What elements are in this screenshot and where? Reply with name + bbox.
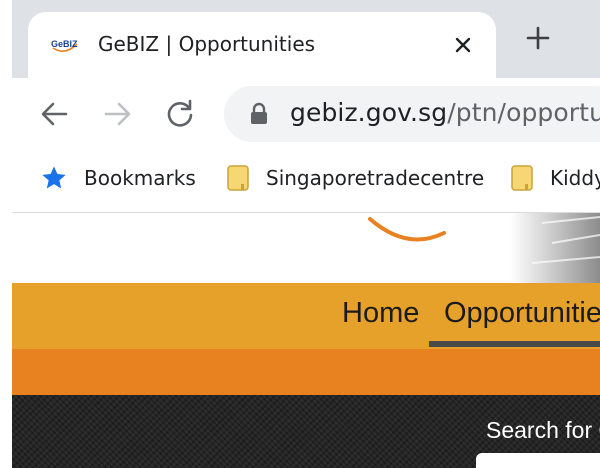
back-arrow-icon[interactable] bbox=[36, 96, 72, 132]
address-bar[interactable]: gebiz.gov.sg/ptn/opportu bbox=[224, 86, 600, 142]
search-input[interactable] bbox=[476, 453, 600, 468]
close-tab-icon[interactable] bbox=[448, 30, 478, 60]
active-nav-indicator bbox=[429, 341, 600, 347]
url-path: /ptn/opportu bbox=[447, 98, 600, 127]
browser-window: GeBIZ GeBIZ | Opportunities gebiz.gov.sg… bbox=[12, 0, 600, 468]
new-tab-icon[interactable] bbox=[518, 18, 558, 58]
banner-graphic bbox=[368, 213, 600, 283]
bookmark-bookmarks[interactable]: Bookmarks bbox=[40, 162, 196, 194]
reload-icon[interactable] bbox=[162, 96, 198, 132]
folder-icon bbox=[227, 165, 249, 191]
gebiz-favicon-icon: GeBIZ bbox=[51, 39, 78, 52]
forward-arrow-icon[interactable] bbox=[100, 96, 136, 132]
star-icon bbox=[42, 166, 66, 189]
active-tab[interactable]: GeBIZ GeBIZ | Opportunities bbox=[28, 12, 496, 78]
folder-icon bbox=[511, 165, 533, 191]
search-heading: Search for O bbox=[486, 417, 600, 443]
nav-home[interactable]: Home bbox=[342, 297, 419, 330]
bookmarks-bar: Bookmarks Singaporetradecentre Kiddy bbox=[12, 148, 600, 213]
site-nav: Home Opportunities bbox=[12, 283, 600, 349]
tab-title: GeBIZ | Opportunities bbox=[98, 32, 316, 56]
gebiz-page: Home Opportunities Search for O bbox=[12, 213, 600, 468]
bookmark-label: Singaporetradecentre bbox=[266, 166, 485, 190]
search-section: Search for O bbox=[12, 395, 600, 468]
nav-opportunities[interactable]: Opportunities bbox=[444, 297, 600, 330]
site-banner bbox=[12, 213, 600, 283]
favicon-text: GeBIZ bbox=[51, 39, 78, 49]
lock-icon[interactable] bbox=[248, 102, 270, 126]
orange-strip bbox=[12, 349, 600, 395]
url-host: gebiz.gov.sg bbox=[290, 98, 448, 127]
bookmark-kiddy[interactable]: Kiddy bbox=[510, 162, 600, 194]
tab-strip: GeBIZ GeBIZ | Opportunities bbox=[12, 0, 600, 78]
bookmark-singaporetradecentre[interactable]: Singaporetradecentre bbox=[226, 162, 484, 194]
bookmark-label: Kiddy bbox=[550, 166, 600, 190]
bookmark-label: Bookmarks bbox=[84, 166, 196, 190]
url-text[interactable]: gebiz.gov.sg/ptn/opportu bbox=[290, 98, 600, 127]
browser-toolbar: gebiz.gov.sg/ptn/opportu bbox=[12, 78, 600, 148]
